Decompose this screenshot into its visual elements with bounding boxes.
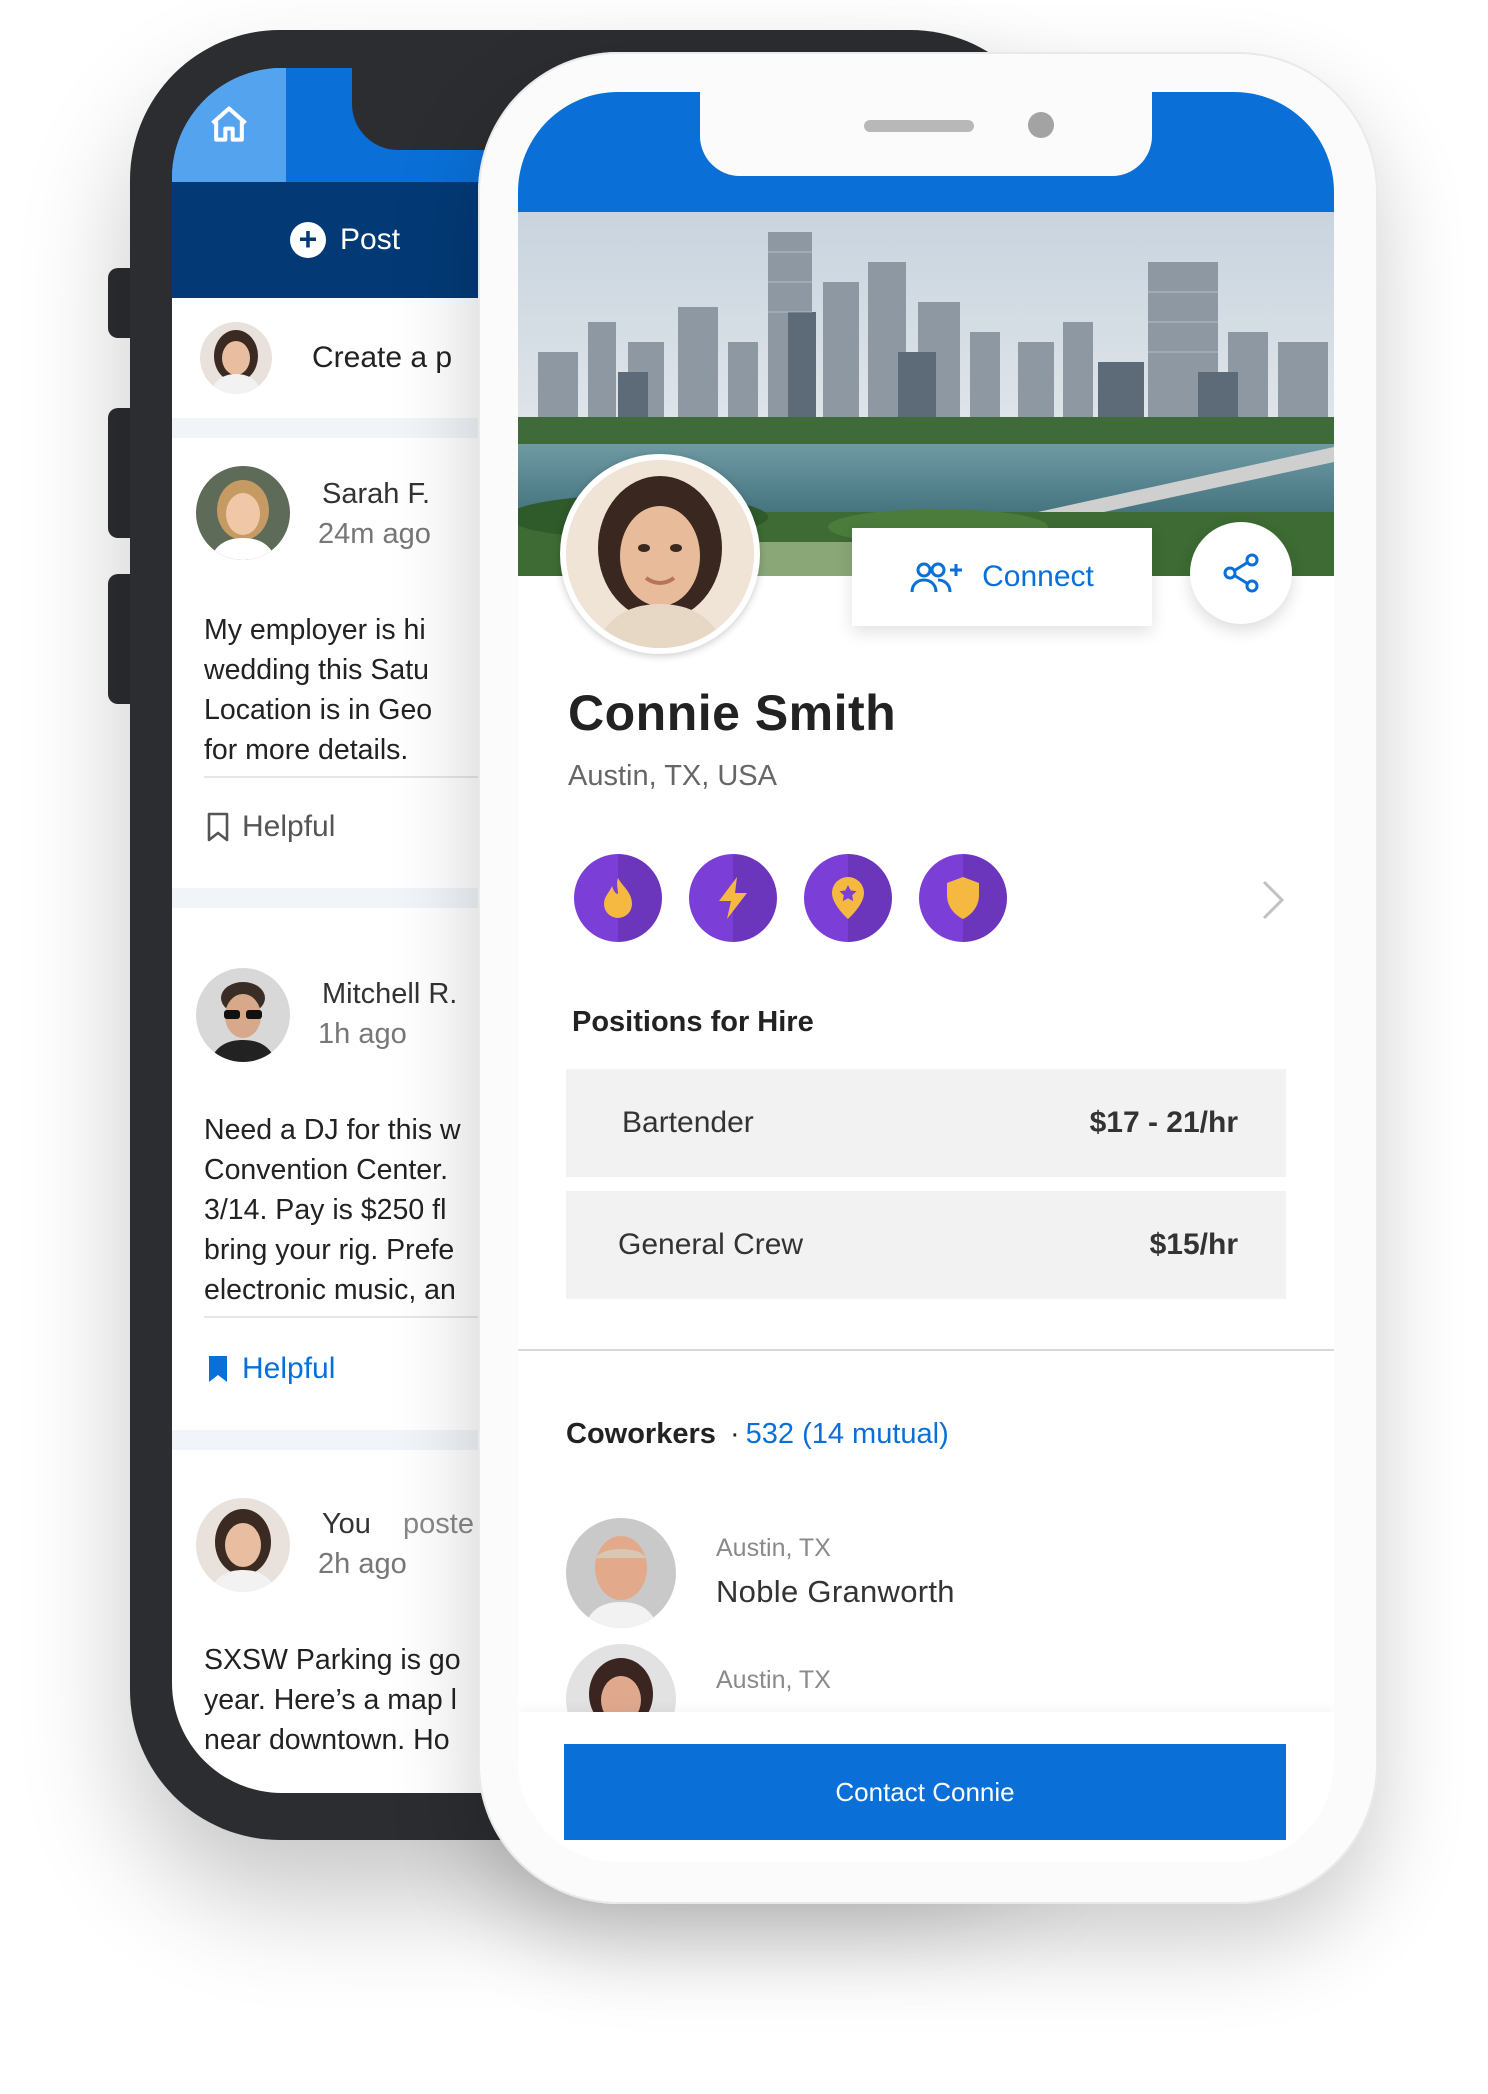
flame-badge-icon[interactable] <box>574 854 662 942</box>
profile-name: Connie Smith <box>568 685 897 741</box>
position-title: General Crew <box>618 1228 804 1261</box>
post-author[interactable]: Sarah F. <box>322 478 430 511</box>
coworker-name[interactable]: Noble Granworth <box>716 1574 955 1610</box>
home-icon <box>211 106 247 142</box>
position-title: Bartender <box>622 1106 754 1139</box>
post-author-name: You <box>322 1508 371 1540</box>
connect-label: Connect <box>982 560 1094 593</box>
position-rate: $17 - 21/hr <box>1089 1106 1238 1139</box>
my-avatar <box>200 322 272 394</box>
bookmark-outline-icon <box>207 812 229 842</box>
profile-screen: Connect Connie Smith Austin, TX, USA Pos… <box>518 92 1334 1862</box>
sarah-avatar[interactable] <box>196 466 290 560</box>
post-action: poste <box>403 1508 474 1540</box>
helpful-label: Helpful <box>242 810 336 843</box>
position-row[interactable]: General Crew $15/hr <box>566 1191 1286 1299</box>
star-pin-badge-icon[interactable] <box>804 854 892 942</box>
add-people-icon <box>910 562 963 593</box>
bookmark-filled-icon <box>209 1356 227 1382</box>
post-time: 24m ago <box>318 518 431 550</box>
connect-button[interactable]: Connect <box>852 528 1152 626</box>
coworkers-label: Coworkers <box>566 1418 716 1450</box>
share-button[interactable] <box>1190 522 1292 624</box>
coworker-location: Austin, TX <box>716 1534 831 1562</box>
badge-list[interactable] <box>574 854 1007 942</box>
coworkers-header: Coworkers · 532 (14 mutual) <box>566 1418 949 1451</box>
lightning-badge-icon[interactable] <box>689 854 777 942</box>
share-icon <box>1223 553 1259 593</box>
create-post-placeholder: Create a p <box>312 341 453 374</box>
post-time: 2h ago <box>318 1548 407 1580</box>
mitchell-avatar[interactable] <box>196 968 290 1062</box>
coworker-location: Austin, TX <box>716 1666 831 1694</box>
section-divider <box>518 1349 1334 1351</box>
front-phone-notch <box>700 92 1152 176</box>
positions-title: Positions for Hire <box>572 1006 814 1038</box>
helpful-label: Helpful <box>242 1352 336 1385</box>
chevron-right-icon[interactable] <box>1260 878 1286 922</box>
position-row[interactable]: Bartender $17 - 21/hr <box>566 1069 1286 1177</box>
post-author[interactable]: You poste <box>322 1508 474 1541</box>
post-time: 1h ago <box>318 1018 407 1050</box>
helpful-button-active[interactable]: Helpful <box>206 1352 335 1386</box>
my-avatar[interactable] <box>196 1498 290 1592</box>
post-button-label: Post <box>340 223 401 256</box>
speaker-grille <box>864 120 974 132</box>
coworkers-count-link[interactable]: 532 (14 mutual) <box>746 1418 949 1450</box>
shield-badge-icon[interactable] <box>919 854 1007 942</box>
contact-button[interactable]: Contact Connie <box>564 1744 1286 1840</box>
plus-circle-icon: + <box>290 222 326 258</box>
profile-location: Austin, TX, USA <box>568 760 777 792</box>
coworker-avatar[interactable] <box>566 1518 676 1628</box>
position-rate: $15/hr <box>1149 1228 1238 1261</box>
helpful-button[interactable]: Helpful <box>206 810 335 844</box>
front-camera <box>1028 112 1054 138</box>
home-tab[interactable] <box>172 68 286 182</box>
post-author[interactable]: Mitchell R. <box>322 978 457 1011</box>
coworkers-separator: · <box>729 1418 740 1450</box>
profile-photo[interactable] <box>560 454 760 654</box>
